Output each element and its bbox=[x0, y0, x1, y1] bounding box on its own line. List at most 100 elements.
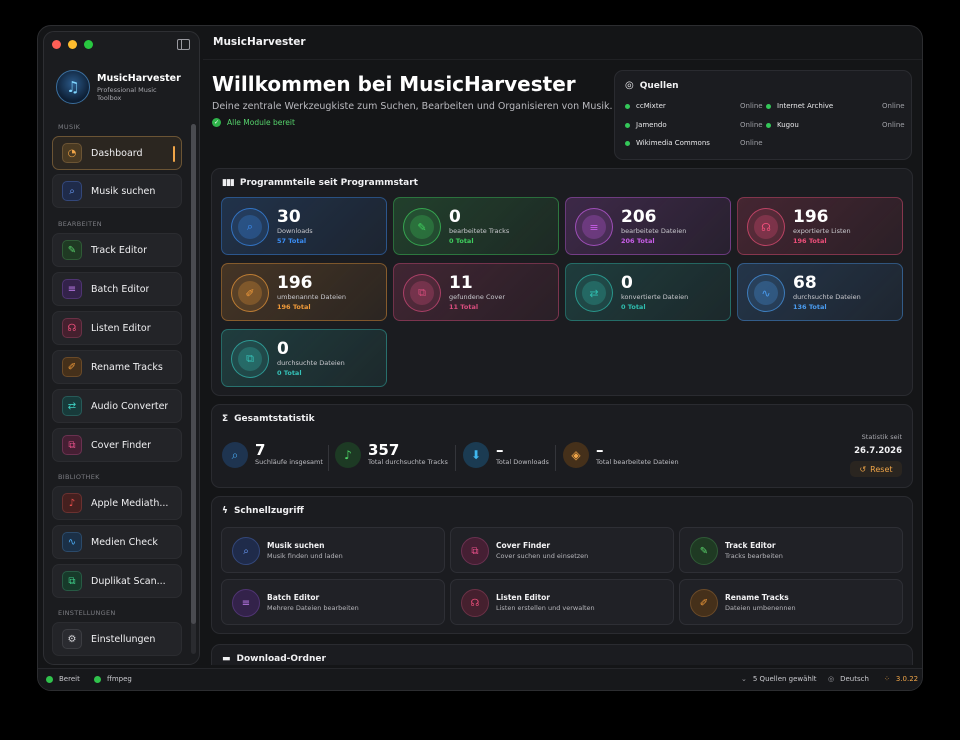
stat-tile: ⇄ 0 konvertierte Dateien 0 Total bbox=[565, 263, 731, 321]
stat-caption: exportierte Listen bbox=[793, 227, 851, 235]
quick-subtitle: Dateien umbenennen bbox=[725, 604, 796, 612]
status-sources[interactable]: ⌄ 5 Quellen gewählt bbox=[741, 675, 817, 683]
stat-total: 57 Total bbox=[277, 237, 307, 245]
source-item: Internet Archive bbox=[766, 102, 833, 110]
globe-icon: ◎ bbox=[828, 675, 835, 683]
sidebar-toggle-icon[interactable] bbox=[177, 39, 190, 50]
stat-value: 0 bbox=[621, 273, 633, 293]
status-ffmpeg-text: ffmpeg bbox=[107, 675, 132, 683]
stat-total: 0 Total bbox=[449, 237, 474, 245]
quick-title: Track Editor bbox=[725, 541, 776, 550]
sources-card: ◎ Quellen ccMixter Online Internet Archi… bbox=[614, 70, 912, 160]
quick-rename-tracks[interactable]: ✐ Rename Tracks Dateien umbenennen bbox=[679, 579, 903, 625]
stat-caption: bearbeitete Dateien bbox=[621, 227, 687, 235]
minimize-button[interactable] bbox=[68, 40, 77, 49]
quick-subtitle: Mehrere Dateien bearbeiten bbox=[267, 604, 359, 612]
sidebar-item-audio-converter[interactable]: ⇄ Audio Converter bbox=[52, 389, 182, 423]
quick-listen-editor[interactable]: ☊ Listen Editor Listen erstellen und ver… bbox=[450, 579, 674, 625]
quick-access-title-text: Schnellzugriff bbox=[233, 506, 304, 516]
status-ready: Bereit bbox=[46, 675, 80, 683]
download-icon: ⬇ bbox=[463, 442, 489, 468]
sidebar-item-musik-suchen[interactable]: ⌕ Musik suchen bbox=[52, 174, 182, 208]
sidebar-item-duplikat-scan[interactable]: ⧉ Duplikat Scan... bbox=[52, 564, 182, 598]
brand: ♫ MusicHarvester Professional Music Tool… bbox=[56, 70, 181, 104]
modules-status-text: Alle Module bereit bbox=[227, 118, 295, 127]
sidebar-item-label: Batch Editor bbox=[91, 283, 150, 295]
sidebar-scrollbar[interactable] bbox=[191, 124, 196, 654]
section-musik: MUSIK bbox=[58, 123, 81, 131]
stack-icon: ≡ bbox=[232, 589, 260, 617]
stat-value: – bbox=[596, 441, 604, 459]
status-ready-text: Bereit bbox=[59, 675, 80, 683]
modules-status: ✓ Alle Module bereit bbox=[212, 118, 295, 127]
stat-total: 0 Total bbox=[277, 369, 302, 377]
quick-cover-finder[interactable]: ⧉ Cover Finder Cover suchen und einsetze… bbox=[450, 527, 674, 573]
sidebar-item-track-editor[interactable]: ✎ Track Editor bbox=[52, 233, 182, 267]
stat-total: 196 Total bbox=[793, 237, 827, 245]
stat-searches: ⌕ 7 Suchläufe insgesamt bbox=[222, 442, 323, 472]
bolt-icon: ϟ bbox=[222, 506, 228, 516]
sidebar-item-rename-tracks[interactable]: ✐ Rename Tracks bbox=[52, 350, 182, 384]
track-edit-icon: ✎ bbox=[62, 240, 82, 260]
quick-batch-editor[interactable]: ≡ Batch Editor Mehrere Dateien bearbeite… bbox=[221, 579, 445, 625]
quick-track-editor[interactable]: ✎ Track Editor Tracks bearbeiten bbox=[679, 527, 903, 573]
headphones-icon: ☊ bbox=[754, 215, 778, 239]
sidebar-item-dashboard[interactable]: ◔ Dashboard bbox=[52, 136, 182, 170]
duplicate-icon: ⧉ bbox=[238, 347, 262, 371]
zoom-button[interactable] bbox=[84, 40, 93, 49]
divider bbox=[555, 445, 556, 471]
sidebar-item-label: Duplikat Scan... bbox=[91, 575, 166, 587]
stat-tracks: ♪ 357 Total durchsuchte Tracks bbox=[335, 442, 448, 472]
stat-caption: umbenannte Dateien bbox=[277, 293, 346, 301]
quick-title: Rename Tracks bbox=[725, 593, 789, 602]
status-language[interactable]: ◎ Deutsch bbox=[828, 675, 869, 683]
stat-caption: Total durchsuchte Tracks bbox=[368, 458, 448, 466]
close-button[interactable] bbox=[52, 40, 61, 49]
status-version-text: 3.0.22 bbox=[895, 675, 919, 683]
sidebar-item-batch-editor[interactable]: ≡ Batch Editor bbox=[52, 272, 182, 306]
sigma-icon: Σ bbox=[222, 414, 229, 424]
window-controls bbox=[52, 40, 93, 49]
quick-access-card: ϟ Schnellzugriff ⌕ Musik suchen Musik fi… bbox=[211, 496, 913, 634]
stat-total: 11 Total bbox=[449, 303, 479, 311]
sidebar-item-einstellungen[interactable]: ⚙ Einstellungen bbox=[52, 622, 182, 656]
sidebar-item-cover-finder[interactable]: ⧉ Cover Finder bbox=[52, 428, 182, 462]
stat-value: 68 bbox=[793, 273, 817, 293]
quick-access-title: ϟ Schnellzugriff bbox=[222, 506, 304, 516]
brand-subtitle: Professional Music Toolbox bbox=[97, 85, 157, 102]
headphones-icon: ☊ bbox=[461, 589, 489, 617]
divider bbox=[455, 445, 456, 471]
stat-total: 196 Total bbox=[277, 303, 311, 311]
source-name: Kugou bbox=[777, 121, 799, 129]
check-icon: ✓ bbox=[212, 118, 221, 127]
sources-title-text: Quellen bbox=[639, 80, 679, 91]
sidebar-item-apple-mediathek[interactable]: ♪ Apple Mediath... bbox=[52, 486, 182, 520]
sidebar-item-listen-editor[interactable]: ☊ Listen Editor bbox=[52, 311, 182, 345]
page-subtitle: Deine zentrale Werkzeugkiste zum Suchen,… bbox=[212, 101, 613, 112]
stat-tile: ⌕ 30 Downloads 57 Total bbox=[221, 197, 387, 255]
quick-musik-suchen[interactable]: ⌕ Musik suchen Musik finden und laden bbox=[221, 527, 445, 573]
sidebar-item-medien-check[interactable]: ∿ Medien Check bbox=[52, 525, 182, 559]
download-folder-title: ▬ Download-Ordner bbox=[222, 654, 326, 664]
reset-button[interactable]: ↺ Reset bbox=[850, 461, 902, 477]
download-folder-title-text: Download-Ordner bbox=[236, 654, 326, 664]
stat-caption: Total Downloads bbox=[496, 458, 549, 466]
stat-value: 0 bbox=[277, 339, 289, 359]
search-icon: ⌕ bbox=[222, 442, 248, 468]
stat-caption: gefundene Cover bbox=[449, 293, 505, 301]
sidebar-item-label: Apple Mediath... bbox=[91, 497, 169, 509]
stat-value: 11 bbox=[449, 273, 473, 293]
music-note-icon: ♪ bbox=[335, 442, 361, 468]
stat-tile: ✎ 0 bearbeitete Tracks 0 Total bbox=[393, 197, 559, 255]
quick-subtitle: Tracks bearbeiten bbox=[725, 552, 783, 560]
image-search-icon: ⧉ bbox=[410, 281, 434, 305]
quick-title: Cover Finder bbox=[496, 541, 551, 550]
source-name: Wikimedia Commons bbox=[636, 139, 710, 147]
check-icon bbox=[94, 675, 101, 683]
source-status: Online bbox=[882, 102, 905, 110]
rename-icon: ✐ bbox=[62, 357, 82, 377]
sidebar: ♫ MusicHarvester Professional Music Tool… bbox=[43, 31, 200, 665]
status-sources-text: 5 Quellen gewählt bbox=[752, 675, 817, 683]
sidebar-item-label: Track Editor bbox=[91, 244, 147, 256]
main-content: Willkommen bei MusicHarvester Deine zent… bbox=[211, 60, 913, 665]
